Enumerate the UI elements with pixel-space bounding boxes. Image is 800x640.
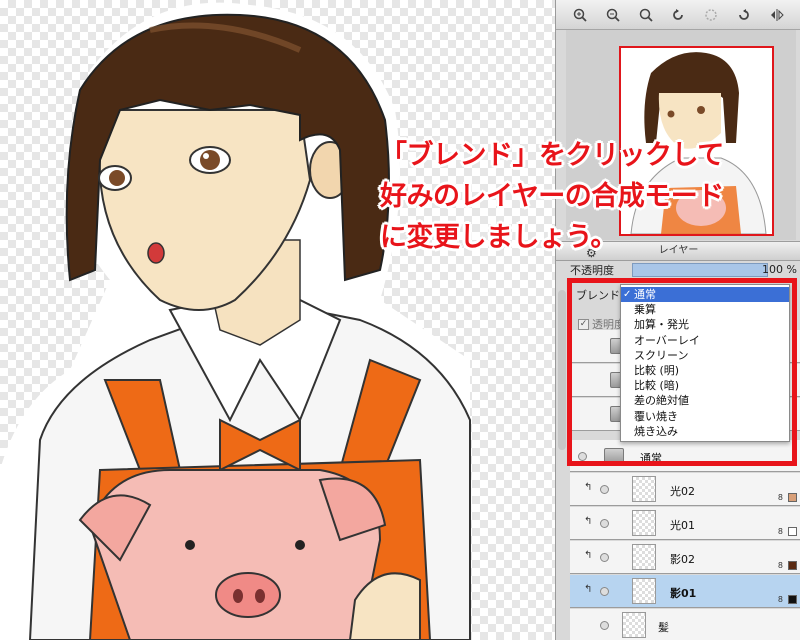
zoom-reset-icon[interactable]	[635, 4, 657, 26]
blend-option-label: 加算・発光	[634, 318, 689, 332]
blend-option-screen[interactable]: スクリーン	[621, 348, 789, 363]
layer-folder-row[interactable]: 通常	[570, 440, 800, 472]
blend-option-overlay[interactable]: オーバーレイ	[621, 333, 789, 348]
checkmark-icon: ✓	[623, 289, 632, 300]
layer-name: 影01	[670, 587, 697, 600]
blend-option-multiply[interactable]: 乗算	[621, 302, 789, 317]
rotate-reset-icon[interactable]	[700, 4, 722, 26]
layer-name: 光01	[670, 519, 695, 532]
blend-option-difference[interactable]: 差の絶対値	[621, 393, 789, 408]
blend-option-dodge[interactable]: 覆い焼き	[621, 409, 789, 424]
visibility-toggle[interactable]	[600, 587, 609, 596]
layer-folder-name: 通常	[640, 452, 662, 465]
layer-row[interactable]: ↰ 影02 8	[570, 541, 800, 574]
layer-bit-depth: 8	[777, 493, 783, 502]
visibility-toggle[interactable]	[600, 519, 609, 528]
blend-option-label: スクリーン	[634, 348, 689, 362]
rotate-right-icon[interactable]	[733, 4, 755, 26]
zoom-out-icon[interactable]	[602, 4, 624, 26]
layer-name: 髪	[658, 621, 669, 634]
annotation-line-2: 好みのレイヤーの合成モード	[380, 181, 724, 212]
transparency-lock-checkbox[interactable]: ✓	[578, 318, 589, 330]
blend-option-lighten[interactable]: 比較 (明)	[621, 363, 789, 378]
blend-option-burn[interactable]: 焼き込み	[621, 424, 789, 439]
layer-bit-depth: 8	[777, 527, 783, 536]
navigator-toolbar	[556, 0, 800, 30]
layer-name: 光02	[670, 485, 695, 498]
layer-list-scrollbar[interactable]	[558, 290, 566, 450]
blend-option-darken[interactable]: 比較 (暗)	[621, 378, 789, 393]
blend-option-label: オーバーレイ	[634, 333, 700, 347]
opacity-row: 不透明度 100 %	[570, 262, 800, 280]
annotation-line-1: 「ブレンド」をクリックして	[380, 140, 724, 171]
folder-icon	[604, 448, 624, 464]
blend-option-label: 通常	[634, 288, 656, 301]
layer-thumbnail	[632, 476, 656, 502]
clipping-icon: ↰	[584, 482, 593, 493]
layer-color-swatch	[788, 493, 797, 502]
character-illustration	[0, 2, 472, 640]
layer-row[interactable]: 髪	[570, 609, 800, 640]
layer-row-selected[interactable]: ↰ 影01 8	[570, 575, 800, 608]
blend-option-label: 乗算	[634, 303, 656, 317]
visibility-toggle[interactable]	[600, 621, 609, 630]
visibility-toggle[interactable]	[600, 553, 609, 562]
layer-color-swatch	[788, 527, 797, 536]
layer-thumbnail	[622, 612, 646, 638]
opacity-slider[interactable]	[632, 263, 768, 277]
blend-mode-label[interactable]: ブレンド	[576, 287, 620, 303]
layer-bit-depth: 8	[777, 561, 783, 570]
layer-thumbnail	[632, 510, 656, 536]
layer-color-swatch	[788, 595, 797, 604]
zoom-in-icon[interactable]	[569, 4, 591, 26]
visibility-toggle[interactable]	[600, 485, 609, 494]
blend-mode-dropdown[interactable]: ✓ 通常 乗算 加算・発光 オーバーレイ スクリーン 比較 (明) 比較 (暗)…	[620, 284, 790, 442]
blend-option-label: 比較 (明)	[634, 363, 680, 377]
layer-color-swatch	[788, 561, 797, 570]
layer-thumbnail	[632, 544, 656, 570]
flip-horizontal-icon[interactable]	[766, 4, 788, 26]
drawing-canvas[interactable]	[0, 0, 555, 640]
layer-row[interactable]: ↰ 光02 8	[570, 473, 800, 506]
rotate-left-icon[interactable]	[667, 4, 689, 26]
layer-thumbnail	[632, 578, 656, 604]
layer-name: 影02	[670, 553, 695, 566]
annotation-line-3: に変更しましょう。	[380, 222, 617, 253]
blend-option-add-glow[interactable]: 加算・発光	[621, 317, 789, 332]
blend-option-normal[interactable]: ✓ 通常	[621, 287, 789, 303]
blend-option-label: 覆い焼き	[634, 409, 678, 423]
blend-option-label: 焼き込み	[634, 424, 678, 438]
clipping-icon: ↰	[584, 550, 593, 561]
instruction-annotation: 「ブレンド」をクリックして 好みのレイヤーの合成モード に変更しましょう。	[380, 135, 800, 258]
clipping-icon: ↰	[584, 516, 593, 527]
visibility-toggle[interactable]	[578, 452, 587, 461]
layer-row[interactable]: ↰ 光01 8	[570, 507, 800, 540]
opacity-value: 100 %	[762, 263, 797, 276]
opacity-label: 不透明度	[570, 264, 614, 277]
clipping-icon: ↰	[584, 584, 593, 595]
blend-option-label: 差の絶対値	[634, 394, 689, 408]
layer-bit-depth: 8	[777, 595, 783, 604]
blend-option-label: 比較 (暗)	[634, 379, 680, 393]
